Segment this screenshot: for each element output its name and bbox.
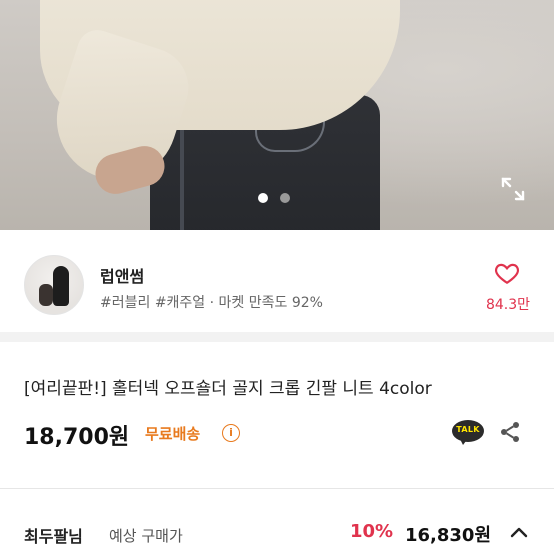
seller-name[interactable]: 럽앤썸 xyxy=(100,263,144,287)
seller-avatar[interactable] xyxy=(24,255,84,315)
expand-icon[interactable] xyxy=(500,176,526,202)
discount-rate: 10% xyxy=(350,521,394,542)
avatar-figure xyxy=(39,284,53,306)
carousel-dot-2[interactable] xyxy=(280,193,290,203)
talk-bubble-tail xyxy=(459,437,469,445)
buyer-name: 최두팔님 xyxy=(24,527,83,546)
avatar-figure xyxy=(53,266,69,306)
product-price: 18,700원 xyxy=(24,425,130,450)
like-count: 84.3만 xyxy=(485,297,531,313)
info-icon[interactable]: i xyxy=(222,424,240,442)
expected-price-label: 예상 구매가 xyxy=(109,527,183,545)
chevron-up-icon[interactable] xyxy=(508,522,530,544)
carousel-dot-1[interactable] xyxy=(258,193,268,203)
seller-section[interactable]: 럽앤썸 #러블리 #캐주얼 · 마켓 만족도 92% 84.3만 xyxy=(0,230,554,342)
heart-outline-icon[interactable] xyxy=(494,260,520,286)
shipping-badge: 무료배송 xyxy=(145,425,201,443)
talk-label: TALK xyxy=(456,425,480,434)
expected-price: 16,830원 xyxy=(405,525,492,546)
share-icon[interactable] xyxy=(498,420,522,444)
carousel-indicator xyxy=(258,193,290,203)
section-divider xyxy=(0,488,554,489)
product-image[interactable] xyxy=(0,0,554,230)
seller-tags: #러블리 #캐주얼 · 마켓 만족도 92% xyxy=(100,295,323,311)
kakao-talk-button[interactable]: TALK xyxy=(452,420,484,446)
product-title: [여리끝판!] 홀터넥 오프숄더 골지 크롭 긴팔 니트 4color xyxy=(24,379,432,399)
